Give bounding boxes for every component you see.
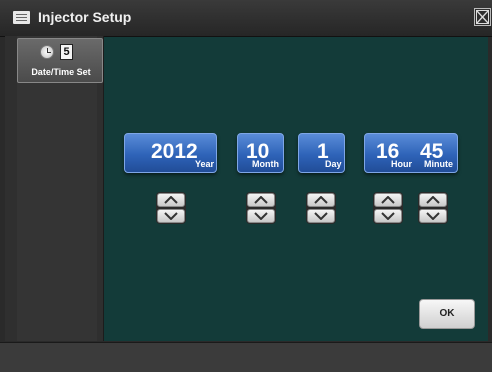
minute-increment-button[interactable] [419, 193, 447, 207]
month-increment-button[interactable] [247, 193, 275, 207]
injector-setup-window: Injector Setup 5 Date/Time Set 2012 Year… [0, 0, 492, 372]
day-field[interactable]: 1 Day [298, 133, 345, 173]
month-unit-label: Month [252, 159, 279, 169]
chevron-up-icon [381, 196, 395, 204]
hour-spinner [373, 192, 403, 224]
date-time-panel: 2012 Year 10 Month 1 Day 16 Hour 45 Minu… [104, 37, 488, 341]
minute-decrement-button[interactable] [419, 209, 447, 223]
bottom-bar [0, 342, 492, 372]
year-decrement-button[interactable] [157, 209, 185, 223]
hour-increment-button[interactable] [374, 193, 402, 207]
chevron-up-icon [164, 196, 178, 204]
chevron-up-icon [314, 196, 328, 204]
calendar-icon: 5 [60, 44, 73, 60]
year-increment-button[interactable] [157, 193, 185, 207]
hour-decrement-button[interactable] [374, 209, 402, 223]
day-increment-button[interactable] [307, 193, 335, 207]
hour-unit-label: Hour [391, 159, 412, 169]
window-title: Injector Setup [38, 9, 132, 25]
day-spinner [306, 192, 336, 224]
day-unit-label: Day [325, 159, 342, 169]
chevron-down-icon [314, 212, 328, 220]
sidebar: 5 Date/Time Set [5, 36, 104, 341]
month-field[interactable]: 10 Month [237, 133, 284, 173]
month-spinner [246, 192, 276, 224]
month-decrement-button[interactable] [247, 209, 275, 223]
year-unit-label: Year [195, 159, 215, 169]
list-icon [13, 11, 30, 24]
time-field[interactable]: 16 Hour 45 Minute [364, 133, 458, 173]
chevron-down-icon [164, 212, 178, 220]
sidebar-item-date-time-set[interactable]: 5 Date/Time Set [17, 38, 103, 83]
chevron-up-icon [426, 196, 440, 204]
close-button[interactable] [474, 8, 491, 26]
sidebar-item-label: Date/Time Set [31, 67, 91, 77]
ok-button[interactable]: OK [419, 299, 475, 329]
chevron-down-icon [381, 212, 395, 220]
year-value: 2012 [151, 140, 198, 163]
chevron-down-icon [254, 212, 268, 220]
clock-icon [40, 45, 54, 59]
chevron-up-icon [254, 196, 268, 204]
minute-unit-label: Minute [424, 159, 453, 169]
day-decrement-button[interactable] [307, 209, 335, 223]
title-bar: Injector Setup [0, 0, 492, 37]
year-spinner [156, 192, 186, 224]
close-icon [476, 10, 489, 24]
chevron-down-icon [426, 212, 440, 220]
year-field[interactable]: 2012 Year [124, 133, 217, 173]
minute-spinner [418, 192, 448, 224]
